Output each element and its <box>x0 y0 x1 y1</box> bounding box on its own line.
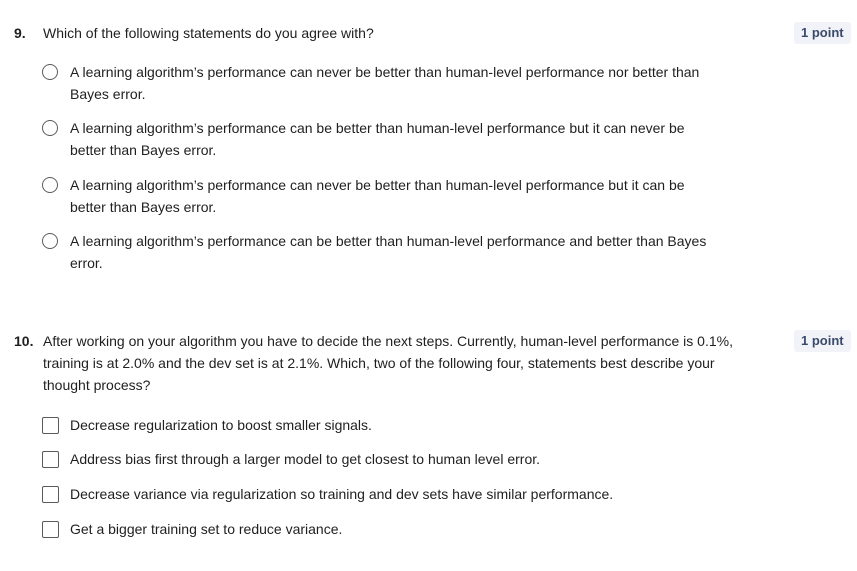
checkbox-icon[interactable] <box>42 451 59 468</box>
option-label: A learning algorithm’s performance can n… <box>70 177 685 215</box>
checkbox-icon[interactable] <box>42 486 59 503</box>
question-number: 9. <box>14 25 26 41</box>
option-label: A learning algorithm’s performance can b… <box>70 233 707 271</box>
quiz-page: 9. Which of the following statements do … <box>0 0 857 571</box>
checkbox-icon[interactable] <box>42 521 59 538</box>
radio-button-icon[interactable] <box>42 120 58 136</box>
points-badge: 1 point <box>794 330 851 352</box>
question-text: After working on your algorithm you have… <box>43 333 733 393</box>
checkbox-icon[interactable] <box>42 417 59 434</box>
question-text: Which of the following statements do you… <box>43 25 374 41</box>
option-label: Decrease regularization to boost smaller… <box>70 417 372 433</box>
question-number: 10. <box>14 333 34 349</box>
option-label: Decrease variance via regularization so … <box>70 486 614 502</box>
option-label: A learning algorithm’s performance can n… <box>70 64 700 102</box>
radio-button-icon[interactable] <box>42 64 58 80</box>
radio-button-icon[interactable] <box>42 177 58 193</box>
option-label: Get a bigger training set to reduce vari… <box>70 521 343 537</box>
radio-button-icon[interactable] <box>42 233 58 249</box>
points-badge: 1 point <box>794 22 851 44</box>
option-label: A learning algorithm’s performance can b… <box>70 120 685 158</box>
option-label: Address bias first through a larger mode… <box>70 451 541 467</box>
